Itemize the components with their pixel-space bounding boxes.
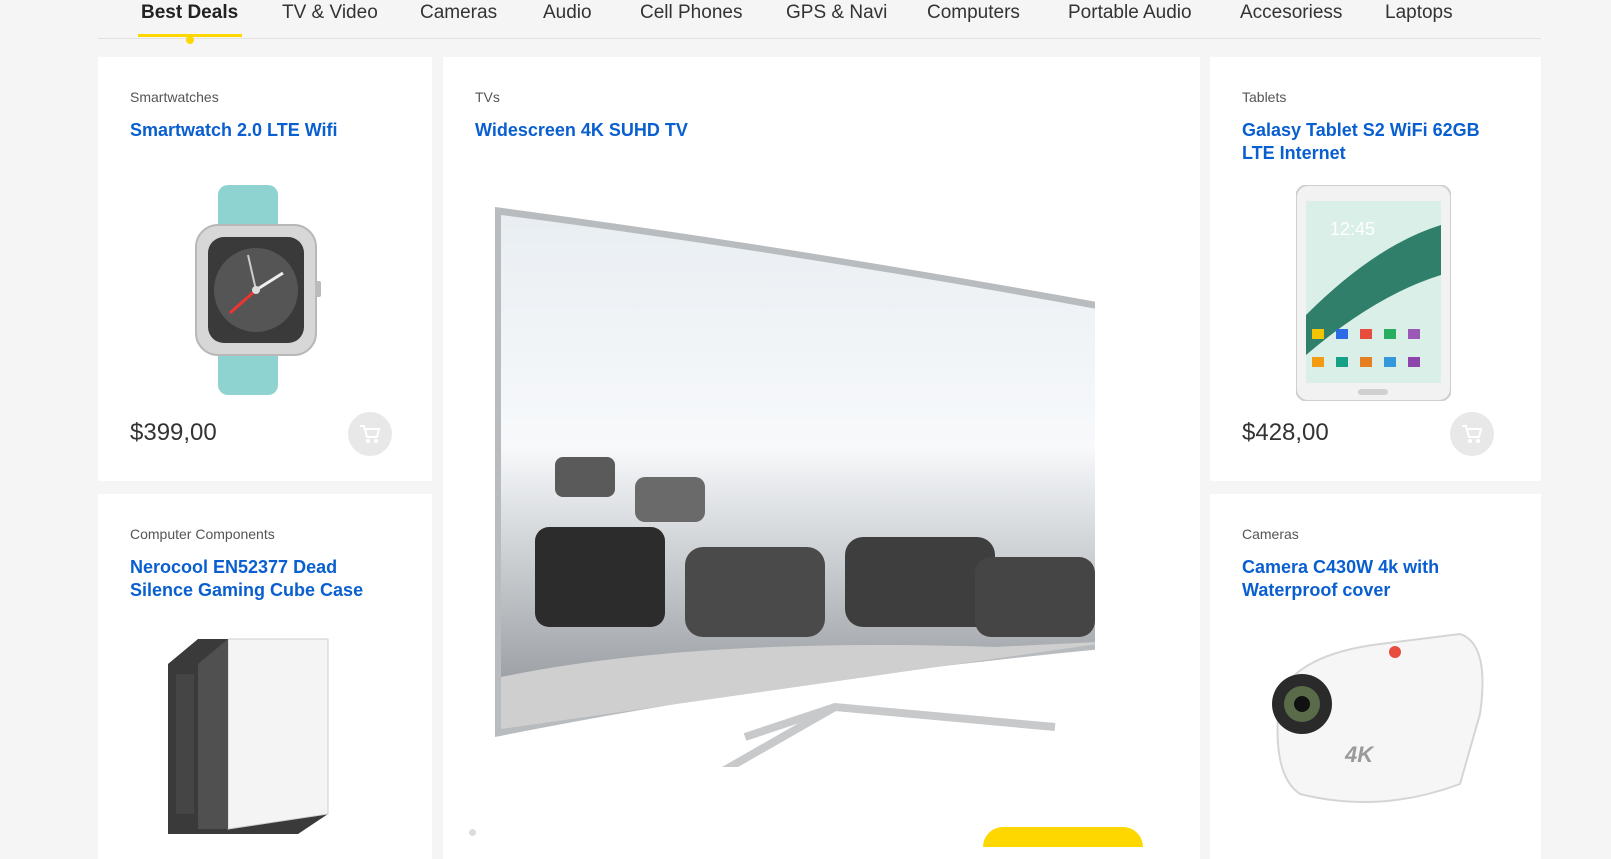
product-title-line-2: Waterproof cover (1242, 580, 1391, 600)
active-tab-caret (186, 36, 194, 44)
product-category: TVs (475, 89, 500, 105)
product-category: Computer Components (130, 526, 275, 542)
add-to-cart-button[interactable] (1450, 412, 1494, 456)
product-title-line-2: LTE Internet (1242, 143, 1346, 163)
tab-portable-audio[interactable]: Portable Audio (1068, 0, 1192, 38)
tab-accesoriess[interactable]: Accesoriess (1240, 0, 1342, 38)
tab-audio[interactable]: Audio (543, 0, 592, 38)
product-title-line-1: Nerocool EN52377 Dead (130, 557, 338, 577)
tab-computers[interactable]: Computers (927, 0, 1020, 38)
tab-best-deals[interactable]: Best Deals (141, 0, 238, 38)
cart-icon (1462, 425, 1483, 443)
product-title-link[interactable]: Nerocool EN52377 Dead Silence Gaming Cub… (130, 556, 363, 602)
cart-icon (360, 425, 381, 443)
slider-dot[interactable] (469, 829, 476, 836)
product-card-camera[interactable]: Cameras Camera C430W 4k with Waterproof … (1210, 494, 1541, 859)
product-title-line-1: Camera C430W 4k with (1242, 557, 1440, 577)
product-title-link[interactable]: Widescreen 4K SUHD TV (475, 119, 688, 142)
product-card-cube-case[interactable]: Computer Components Nerocool EN52377 Dea… (98, 494, 432, 859)
product-category: Cameras (1242, 526, 1299, 542)
tab-tv-video[interactable]: TV & Video (282, 0, 378, 38)
category-tabs: Best Deals TV & Video Cameras Audio Cell… (98, 0, 1541, 39)
product-title-link[interactable]: Galasy Tablet S2 WiFi 62GB LTE Internet (1242, 119, 1480, 165)
product-card-tv-featured[interactable]: TVs Widescreen 4K SUHD TV (443, 57, 1200, 859)
add-to-cart-button[interactable] (348, 412, 392, 456)
tv-image[interactable] (495, 207, 1095, 767)
product-card-tablet[interactable]: Tablets Galasy Tablet S2 WiFi 62GB LTE I… (1210, 57, 1541, 481)
product-category: Tablets (1242, 89, 1287, 105)
product-title-line-1: Galasy Tablet S2 WiFi 62GB (1242, 120, 1480, 140)
product-title-link[interactable]: Smartwatch 2.0 LTE Wifi (130, 119, 338, 142)
product-category: Smartwatches (130, 89, 219, 105)
product-price: $428,00 (1242, 419, 1329, 446)
tab-laptops[interactable]: Laptops (1385, 0, 1453, 38)
tablet-image[interactable]: 12:45 (1296, 185, 1451, 401)
tab-cameras[interactable]: Cameras (420, 0, 497, 38)
product-title-link[interactable]: Camera C430W 4k with Waterproof cover (1242, 556, 1439, 602)
camera-4k-badge: 4K (1344, 742, 1375, 767)
action-camera-image[interactable]: 4K (1260, 624, 1490, 814)
smartwatch-image[interactable] (188, 185, 328, 395)
product-card-smartwatch[interactable]: Smartwatches Smartwatch 2.0 LTE Wifi $39… (98, 57, 432, 481)
product-price: $399,00 (130, 419, 217, 446)
tablet-screen-time: 12:45 (1330, 219, 1375, 239)
tab-gps-navi[interactable]: GPS & Navi (786, 0, 887, 38)
featured-action-button[interactable] (983, 827, 1143, 847)
pc-case-image[interactable] (168, 634, 338, 834)
tab-cell-phones[interactable]: Cell Phones (640, 0, 742, 38)
product-title-line-2: Silence Gaming Cube Case (130, 580, 364, 600)
